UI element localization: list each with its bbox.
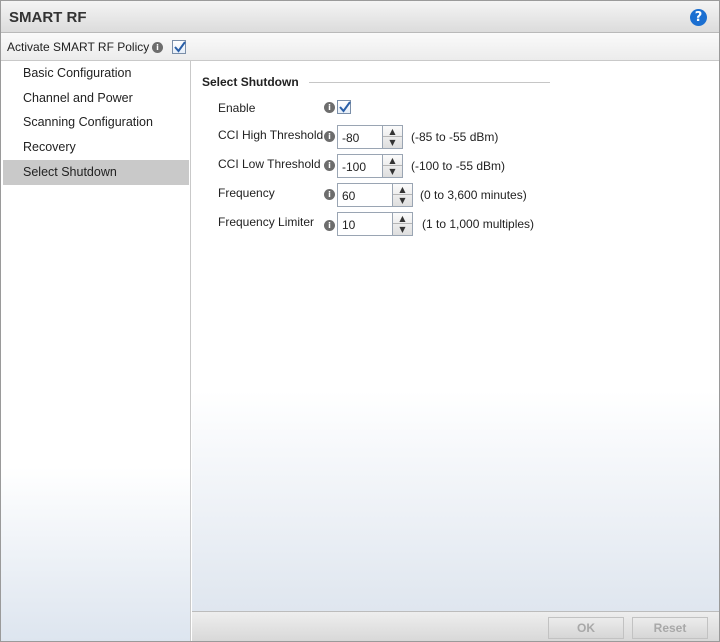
chevron-down-icon[interactable]: ▼ <box>393 224 412 235</box>
cci-high-threshold-stepper[interactable]: -80 ▲ ▼ <box>337 125 403 149</box>
sidebar-item-label: Scanning Configuration <box>23 115 153 129</box>
sidebar-item-basic-configuration[interactable]: Basic Configuration <box>3 61 189 86</box>
stepper-buttons: ▲ ▼ <box>382 126 402 148</box>
info-icon[interactable]: i <box>324 102 335 113</box>
footer-bar: OK Reset <box>192 611 719 641</box>
sidebar: Basic Configuration Channel and Power Sc… <box>1 61 191 641</box>
frequency-label: Frequency <box>218 186 275 200</box>
frequency-limiter-stepper[interactable]: 10 ▲ ▼ <box>337 212 413 236</box>
cci-high-threshold-label: CCI High Threshold <box>218 128 324 142</box>
chevron-up-icon[interactable]: ▲ <box>393 184 412 195</box>
enable-checkbox[interactable] <box>337 100 351 114</box>
sidebar-item-select-shutdown[interactable]: Select Shutdown <box>3 160 189 185</box>
info-icon[interactable]: i <box>324 189 335 200</box>
frequency-limiter-value: 10 <box>342 218 356 232</box>
enable-label: Enable <box>218 101 256 115</box>
cci-low-threshold-range: (-100 to -55 dBm) <box>411 159 506 173</box>
sidebar-item-channel-and-power[interactable]: Channel and Power <box>3 86 189 111</box>
cci-low-threshold-stepper[interactable]: -100 ▲ ▼ <box>337 154 403 178</box>
chevron-down-icon[interactable]: ▼ <box>383 166 402 177</box>
chevron-down-icon[interactable]: ▼ <box>383 137 402 148</box>
section-title: Select Shutdown <box>202 75 299 89</box>
sidebar-item-label: Recovery <box>23 140 76 154</box>
policy-bar: Activate SMART RF Policy i <box>1 33 719 61</box>
stepper-buttons: ▲ ▼ <box>392 184 412 206</box>
stepper-buttons: ▲ ▼ <box>392 213 412 235</box>
title-bar: SMART RF ? <box>1 1 719 33</box>
info-icon[interactable]: i <box>324 160 335 171</box>
chevron-down-icon[interactable]: ▼ <box>393 195 412 206</box>
reset-button[interactable]: Reset <box>632 617 708 639</box>
sidebar-item-label: Channel and Power <box>23 91 133 105</box>
activate-policy-text: Activate SMART RF Policy <box>7 40 150 54</box>
cci-low-threshold-value: -100 <box>342 160 367 174</box>
sidebar-item-scanning-configuration[interactable]: Scanning Configuration <box>3 110 189 135</box>
frequency-limiter-label: Frequency Limiter <box>218 215 315 229</box>
chevron-up-icon[interactable]: ▲ <box>393 213 412 224</box>
cci-low-threshold-label: CCI Low Threshold <box>218 157 321 171</box>
checkmark-icon <box>339 101 351 113</box>
sidebar-item-recovery[interactable]: Recovery <box>3 135 189 160</box>
frequency-limiter-range: (1 to 1,000 multiples) <box>422 217 535 231</box>
activate-policy-label: Activate SMART RF Policy <box>7 40 149 54</box>
chevron-up-icon[interactable]: ▲ <box>383 126 402 137</box>
frequency-stepper[interactable]: 60 ▲ ▼ <box>337 183 413 207</box>
activate-policy-checkbox[interactable] <box>172 40 186 54</box>
ok-button[interactable]: OK <box>548 617 624 639</box>
section-divider <box>309 82 550 83</box>
info-icon[interactable]: i <box>324 131 335 142</box>
stepper-buttons: ▲ ▼ <box>382 155 402 177</box>
main-content: Select Shutdown Enable i CCI High Thresh… <box>192 61 719 611</box>
sidebar-item-label: Basic Configuration <box>23 66 132 80</box>
cci-high-threshold-range: (-85 to -55 dBm) <box>411 130 499 144</box>
info-icon[interactable]: i <box>152 42 163 53</box>
smart-rf-window: SMART RF ? Activate SMART RF Policy i Ba… <box>0 0 720 642</box>
window-title: SMART RF <box>9 9 87 26</box>
checkmark-icon <box>174 41 186 53</box>
frequency-range: (0 to 3,600 minutes) <box>420 188 527 202</box>
sidebar-item-label: Select Shutdown <box>23 165 117 179</box>
chevron-up-icon[interactable]: ▲ <box>383 155 402 166</box>
info-icon[interactable]: i <box>324 220 335 231</box>
cci-high-threshold-value: -80 <box>342 131 360 145</box>
frequency-value: 60 <box>342 189 356 203</box>
help-icon[interactable]: ? <box>690 9 707 26</box>
